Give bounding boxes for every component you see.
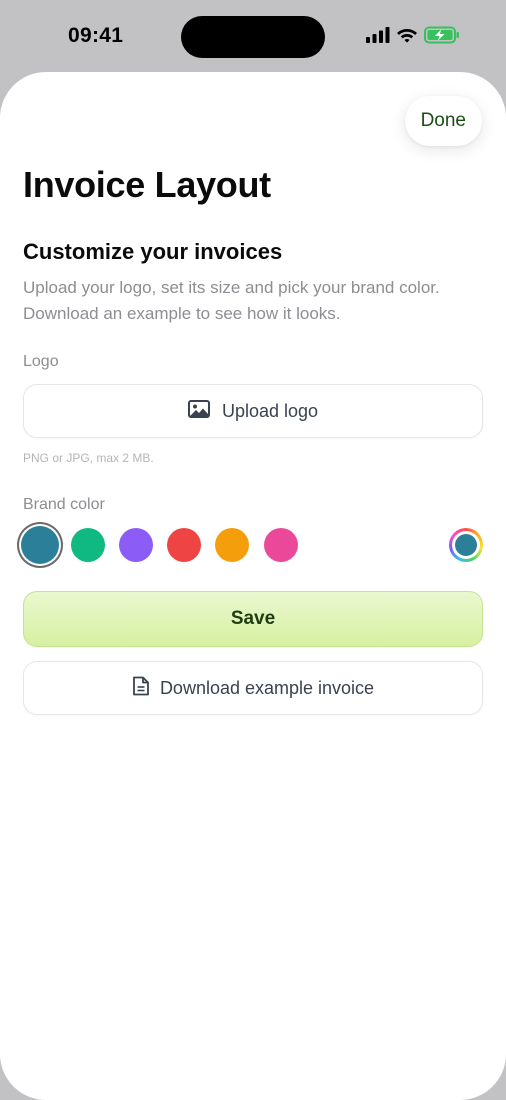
dynamic-island [181, 16, 325, 58]
swatch-purple[interactable] [119, 528, 153, 562]
download-example-invoice-button[interactable]: Download example invoice [23, 661, 483, 715]
status-time: 09:41 [68, 24, 124, 47]
swatch-red[interactable] [167, 528, 201, 562]
document-icon [132, 676, 150, 701]
status-bar: 09:41 [0, 0, 506, 72]
swatch-pink[interactable] [264, 528, 298, 562]
swatch-green[interactable] [71, 528, 105, 562]
done-button[interactable]: Done [404, 96, 482, 146]
section-title: Customize your invoices [23, 239, 283, 264]
page-title: Invoice Layout [23, 164, 271, 205]
color-wheel-icon[interactable] [449, 528, 483, 562]
download-example-invoice-label: Download example invoice [159, 677, 375, 698]
status-icons [366, 26, 460, 49]
cellular-signal-icon [366, 27, 390, 48]
save-button[interactable]: Save [23, 591, 483, 647]
invoice-layout-sheet: Done Invoice Layout Customize your invoi… [0, 72, 506, 1100]
logo-label: Logo [23, 353, 59, 370]
custom-color-preview [455, 534, 477, 556]
upload-logo-label: Upload logo [221, 400, 319, 421]
section-description: Upload your logo, set its size and pick … [23, 278, 440, 323]
brand-color-label: Brand color [23, 496, 105, 513]
upload-logo-button[interactable]: Upload logo [23, 384, 483, 438]
logo-hint: PNG or JPG, max 2 MB. [23, 451, 154, 465]
wifi-icon [396, 27, 418, 48]
image-icon [187, 399, 210, 423]
brand-color-swatches [21, 526, 483, 564]
swatch-teal[interactable] [21, 526, 59, 564]
color-wheel-ring [452, 531, 480, 559]
swatch-orange[interactable] [215, 528, 249, 562]
battery-charging-icon [424, 26, 460, 49]
